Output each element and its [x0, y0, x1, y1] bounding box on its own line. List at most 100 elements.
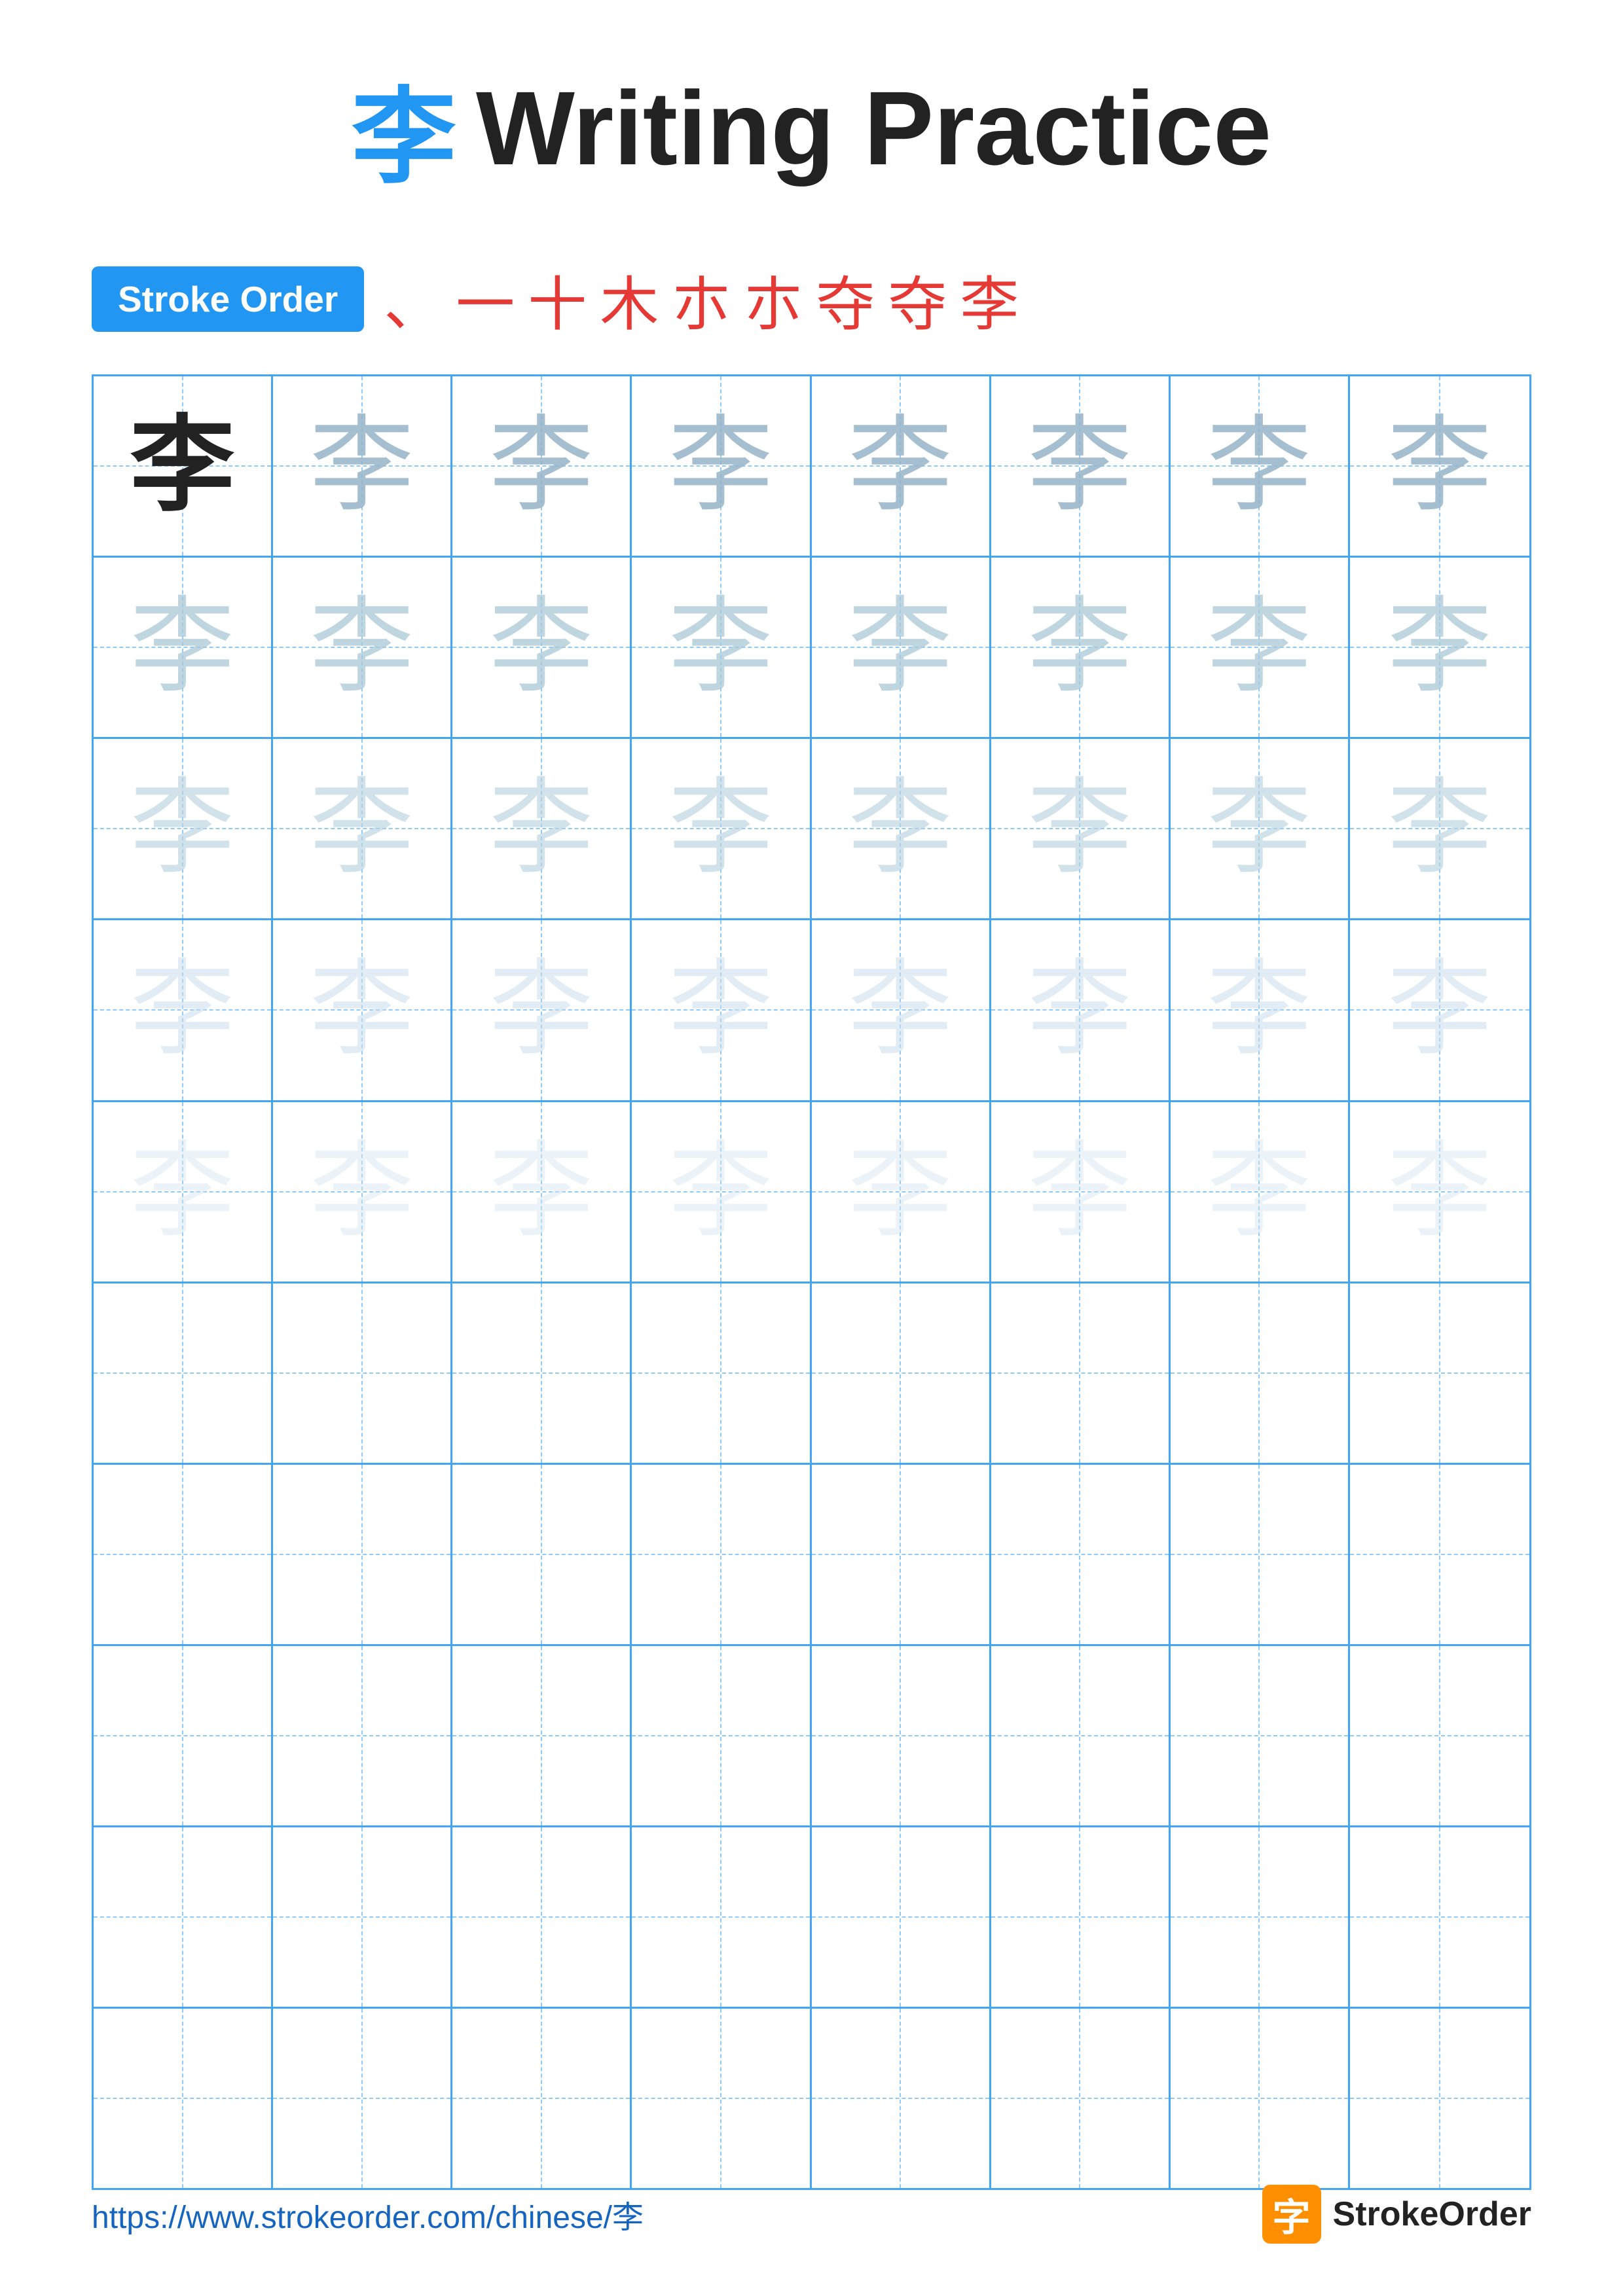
- grid-cell-9-3[interactable]: [452, 1827, 632, 2007]
- grid-cell-5-7[interactable]: 李: [1171, 1102, 1350, 1282]
- brand-name: StrokeOrder: [1333, 2195, 1531, 2234]
- grid-cell-7-1[interactable]: [94, 1465, 273, 1644]
- grid-cell-6-5[interactable]: [812, 1283, 991, 1463]
- grid-cell-10-1[interactable]: [94, 2009, 273, 2188]
- grid-cell-1-1[interactable]: 李: [94, 376, 273, 556]
- grid-cell-8-6[interactable]: [991, 1646, 1171, 1825]
- grid-row-9: [94, 1827, 1529, 2009]
- grid-cell-4-1[interactable]: 李: [94, 920, 273, 1100]
- grid-cell-9-6[interactable]: [991, 1827, 1171, 2007]
- grid-cell-3-5[interactable]: 李: [812, 739, 991, 918]
- grid-cell-7-6[interactable]: [991, 1465, 1171, 1644]
- grid-cell-10-3[interactable]: [452, 2009, 632, 2188]
- grid-cell-1-3[interactable]: 李: [452, 376, 632, 556]
- grid-row-4: 李 李 李 李 李 李 李 李: [94, 920, 1529, 1102]
- grid-cell-1-5[interactable]: 李: [812, 376, 991, 556]
- grid-cell-5-8[interactable]: 李: [1350, 1102, 1529, 1282]
- grid-cell-2-7[interactable]: 李: [1171, 558, 1350, 737]
- grid-cell-6-7[interactable]: [1171, 1283, 1350, 1463]
- grid-cell-7-5[interactable]: [812, 1465, 991, 1644]
- char-display: 李: [1207, 414, 1311, 518]
- grid-cell-10-5[interactable]: [812, 2009, 991, 2188]
- char-display: 李: [668, 1139, 773, 1244]
- grid-cell-2-3[interactable]: 李: [452, 558, 632, 737]
- grid-cell-9-1[interactable]: [94, 1827, 273, 2007]
- grid-cell-5-4[interactable]: 李: [632, 1102, 811, 1282]
- grid-row-1: 李 李 李 李 李 李 李 李: [94, 376, 1529, 558]
- grid-cell-3-1[interactable]: 李: [94, 739, 273, 918]
- grid-cell-7-2[interactable]: [273, 1465, 452, 1644]
- grid-cell-9-8[interactable]: [1350, 1827, 1529, 2007]
- grid-cell-9-7[interactable]: [1171, 1827, 1350, 2007]
- grid-cell-9-4[interactable]: [632, 1827, 811, 2007]
- char-display: 李: [848, 776, 953, 881]
- grid-cell-7-7[interactable]: [1171, 1465, 1350, 1644]
- grid-cell-7-4[interactable]: [632, 1465, 811, 1644]
- grid-cell-7-3[interactable]: [452, 1465, 632, 1644]
- grid-cell-8-8[interactable]: [1350, 1646, 1529, 1825]
- grid-cell-10-2[interactable]: [273, 2009, 452, 2188]
- char-display: 李: [1387, 776, 1492, 881]
- stroke-4: 木: [600, 257, 659, 342]
- grid-cell-3-2[interactable]: 李: [273, 739, 452, 918]
- grid-cell-2-6[interactable]: 李: [991, 558, 1171, 737]
- grid-cell-8-5[interactable]: [812, 1646, 991, 1825]
- grid-cell-6-2[interactable]: [273, 1283, 452, 1463]
- practice-grid: 李 李 李 李 李 李 李 李 李 李 李 李 李 李 李 李 李 李 李 李 …: [92, 374, 1531, 2190]
- grid-cell-5-1[interactable]: 李: [94, 1102, 273, 1282]
- grid-cell-4-2[interactable]: 李: [273, 920, 452, 1100]
- footer-url[interactable]: https://www.strokeorder.com/chinese/李: [92, 2191, 644, 2237]
- grid-cell-4-3[interactable]: 李: [452, 920, 632, 1100]
- grid-cell-5-5[interactable]: 李: [812, 1102, 991, 1282]
- grid-cell-3-6[interactable]: 李: [991, 739, 1171, 918]
- char-display: 李: [489, 776, 594, 881]
- grid-cell-10-8[interactable]: [1350, 2009, 1529, 2188]
- grid-cell-3-3[interactable]: 李: [452, 739, 632, 918]
- grid-cell-8-2[interactable]: [273, 1646, 452, 1825]
- grid-cell-6-3[interactable]: [452, 1283, 632, 1463]
- grid-cell-2-8[interactable]: 李: [1350, 558, 1529, 737]
- grid-cell-10-4[interactable]: [632, 2009, 811, 2188]
- grid-cell-6-8[interactable]: [1350, 1283, 1529, 1463]
- grid-cell-9-2[interactable]: [273, 1827, 452, 2007]
- grid-cell-5-2[interactable]: 李: [273, 1102, 452, 1282]
- grid-cell-5-3[interactable]: 李: [452, 1102, 632, 1282]
- stroke-3: 十: [528, 257, 587, 342]
- grid-cell-4-6[interactable]: 李: [991, 920, 1171, 1100]
- grid-cell-4-7[interactable]: 李: [1171, 920, 1350, 1100]
- grid-cell-8-3[interactable]: [452, 1646, 632, 1825]
- grid-cell-5-6[interactable]: 李: [991, 1102, 1171, 1282]
- grid-cell-2-1[interactable]: 李: [94, 558, 273, 737]
- grid-cell-1-7[interactable]: 李: [1171, 376, 1350, 556]
- grid-cell-7-8[interactable]: [1350, 1465, 1529, 1644]
- grid-cell-8-1[interactable]: [94, 1646, 273, 1825]
- char-display: 李: [1387, 958, 1492, 1062]
- grid-cell-4-8[interactable]: 李: [1350, 920, 1529, 1100]
- grid-cell-8-4[interactable]: [632, 1646, 811, 1825]
- grid-cell-3-7[interactable]: 李: [1171, 739, 1350, 918]
- grid-cell-3-8[interactable]: 李: [1350, 739, 1529, 918]
- grid-cell-9-5[interactable]: [812, 1827, 991, 2007]
- grid-cell-6-4[interactable]: [632, 1283, 811, 1463]
- char-display: 李: [489, 1139, 594, 1244]
- grid-cell-1-8[interactable]: 李: [1350, 376, 1529, 556]
- grid-cell-4-5[interactable]: 李: [812, 920, 991, 1100]
- char-display: 李: [848, 595, 953, 700]
- grid-cell-3-4[interactable]: 李: [632, 739, 811, 918]
- grid-cell-2-5[interactable]: 李: [812, 558, 991, 737]
- grid-cell-4-4[interactable]: 李: [632, 920, 811, 1100]
- grid-cell-1-4[interactable]: 李: [632, 376, 811, 556]
- grid-cell-1-6[interactable]: 李: [991, 376, 1171, 556]
- grid-row-6: [94, 1283, 1529, 1465]
- char-display: 李: [310, 958, 414, 1062]
- grid-cell-10-7[interactable]: [1171, 2009, 1350, 2188]
- grid-cell-6-1[interactable]: [94, 1283, 273, 1463]
- grid-cell-1-2[interactable]: 李: [273, 376, 452, 556]
- stroke-8: 夺: [888, 257, 947, 342]
- grid-cell-8-7[interactable]: [1171, 1646, 1350, 1825]
- page: 李 Writing Practice Stroke Order 、 一 十 木 …: [0, 0, 1623, 2296]
- grid-cell-10-6[interactable]: [991, 2009, 1171, 2188]
- grid-cell-2-2[interactable]: 李: [273, 558, 452, 737]
- grid-cell-2-4[interactable]: 李: [632, 558, 811, 737]
- grid-cell-6-6[interactable]: [991, 1283, 1171, 1463]
